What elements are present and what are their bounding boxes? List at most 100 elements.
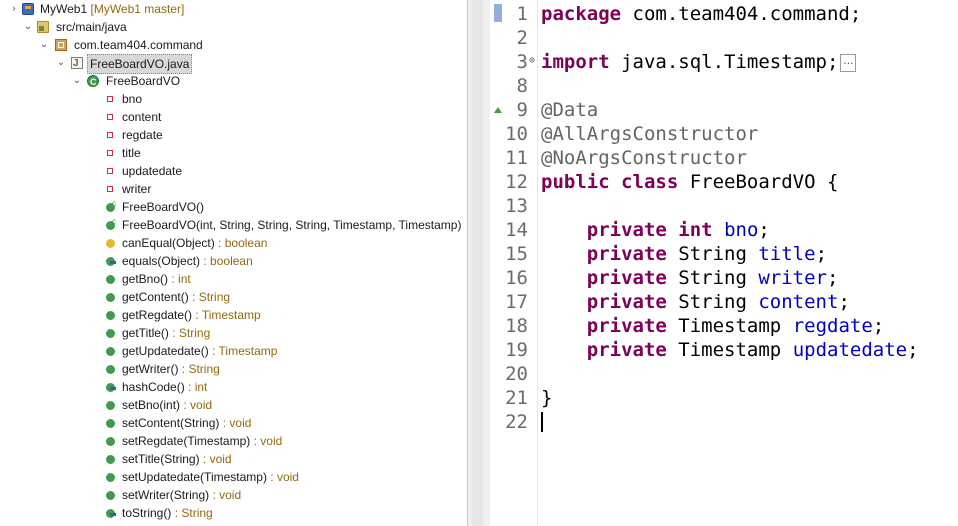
private-field-icon [107,168,113,174]
member-return-type: : void [219,416,252,430]
code-line[interactable]: @NoArgsConstructor [541,146,747,170]
private-field-icon [107,186,113,192]
keyword-token: private [586,267,667,289]
code-line[interactable]: public class FreeBoardVO { [541,170,838,194]
chevron-down-icon[interactable]: ⌄ [71,72,83,90]
code-line[interactable]: } [541,386,552,410]
member-label: setBno(int) [122,398,181,412]
collapsed-imports-icon[interactable]: … [840,53,857,72]
chevron-right-icon[interactable]: › [8,0,20,18]
package-explorer-tree[interactable]: › MyWeb1 [MyWeb1 master] ⌄ src/main/java… [0,0,467,526]
chevron-down-icon[interactable]: ⌄ [22,18,34,36]
member-label: title [122,146,141,160]
overview-ruler-marker[interactable] [494,4,502,22]
keyword-token: class [621,171,679,193]
expand-fold-icon[interactable]: ⊕ [529,55,535,66]
code-line[interactable]: private String content; [541,290,850,314]
override-annotation-icon [494,107,502,113]
chevron-down-icon[interactable]: ⌄ [55,54,67,72]
keyword-token: private [586,243,667,265]
annotation-token: @Data [541,99,599,121]
view-separator[interactable] [467,0,490,526]
member-label: getUpdatedate() [122,344,209,358]
private-field-icon [107,150,113,156]
line-number: 18 [505,315,528,337]
field-token: title [758,243,816,265]
code-line[interactable]: private String title; [541,242,827,266]
code-line[interactable]: package com.team404.command; [541,2,861,26]
member-label: setUpdatedate(Timestamp) [122,470,267,484]
member-return-type: : void [180,398,213,412]
class-label: FreeBoardVO [106,74,181,88]
code-line[interactable]: import java.sql.Timestamp;… [541,50,857,74]
code-token: ; [827,267,839,289]
public-method-icon [106,401,115,410]
public-method-icon [106,275,115,284]
code-token: ; [758,219,770,241]
member-return-type: : void [209,488,242,502]
member-return-type: : int [184,380,208,394]
member-label: updatedate [122,164,183,178]
line-number: 21 [505,387,528,409]
java-editor[interactable]: package com.team404.command; import java.… [538,0,958,526]
member-label: getWriter() [122,362,179,376]
member-return-type: : Timestamp [208,344,278,358]
project-icon [22,3,34,15]
line-number: 14 [505,219,528,241]
code-line[interactable]: private String writer; [541,266,839,290]
src-folder-label: src/main/java [56,20,127,34]
chevron-down-icon[interactable]: ⌄ [38,36,50,54]
public-method-icon [106,311,115,320]
keyword-token: private [586,219,667,241]
source-folder-icon [37,21,49,33]
field-token: regdate [792,315,873,337]
public-method-icon [106,365,115,374]
public-method-icon [106,347,115,356]
tree-scrollbar[interactable] [472,0,483,526]
member-label: regdate [122,128,163,142]
code-token: ; [838,291,850,313]
java-file-icon [71,55,83,73]
member-return-type: : Timestamp [192,308,261,322]
code-token: String [666,291,759,313]
annotation-token: @AllArgsConstructor [541,123,759,145]
member-return-type: : String [188,290,231,304]
public-method-icon [106,419,115,428]
keyword-token: package [541,3,622,25]
keyword-token: private [586,339,667,361]
member-return-type: : String [168,326,211,340]
member-label: canEqual(Object) [122,236,215,250]
code-token: FreeBoardVO { [678,171,839,193]
project-name: MyWeb1 [40,2,88,16]
public-method-icon [106,491,115,500]
code-line[interactable]: private Timestamp regdate; [541,314,884,338]
line-number: 3 [516,51,528,73]
code-token: ; [872,315,885,337]
code-token: com.team404.command; [621,3,862,25]
code-line[interactable]: private Timestamp updatedate; [541,338,919,362]
member-label: getContent() [122,290,189,304]
member-label: toString() [122,506,172,520]
member-label: bno [122,92,143,106]
code-line[interactable]: @AllArgsConstructor [541,122,758,146]
override-method-icon [106,257,116,266]
member-label: hashCode() [122,380,185,394]
keyword-token: int [678,219,713,241]
class-icon [87,73,99,91]
code-line[interactable]: @Data [541,98,598,122]
member-return-type: : boolean [214,236,268,250]
line-number: 2 [516,27,528,49]
code-token: ; [907,339,919,361]
line-number: 22 [505,411,528,433]
code-line[interactable]: private int bno; [541,218,770,242]
member-label: setContent(String) [122,416,220,430]
public-method-icon [106,473,115,482]
keyword-token: private [586,291,667,313]
